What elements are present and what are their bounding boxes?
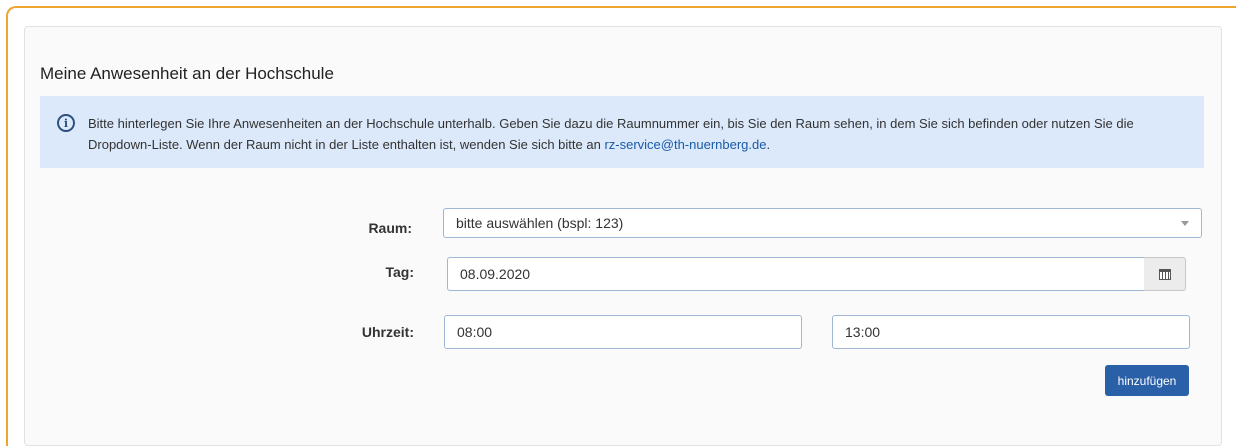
calendar-button[interactable] <box>1144 257 1186 291</box>
info-alert: i Bitte hinterlegen Sie Ihre Anwesenheit… <box>40 96 1204 168</box>
alert-text: Bitte hinterlegen Sie Ihre Anwesenheiten… <box>88 113 1188 155</box>
add-button[interactable]: hinzufügen <box>1105 365 1189 396</box>
time-to-value: 13:00 <box>845 324 881 340</box>
section-title: Meine Anwesenheit an der Hochschule <box>40 64 334 83</box>
room-select-value: bitte auswählen (bspl: 123) <box>456 215 624 231</box>
time-from-input[interactable]: 08:00 <box>444 315 802 349</box>
info-icon: i <box>57 114 75 132</box>
day-input[interactable]: 08.09.2020 <box>447 257 1145 291</box>
time-label: Uhrzeit: <box>361 324 414 340</box>
time-to-input[interactable]: 13:00 <box>832 315 1190 349</box>
calendar-icon <box>1158 268 1171 280</box>
alert-message-end: . <box>766 137 771 152</box>
day-input-value: 08.09.2020 <box>460 266 531 282</box>
room-label: Raum: <box>368 220 412 236</box>
room-select[interactable]: bitte auswählen (bspl: 123) <box>443 208 1202 238</box>
time-from-value: 08:00 <box>457 324 493 340</box>
support-email-link[interactable]: rz-service@th-nuernberg.de <box>604 137 766 152</box>
chevron-down-icon <box>1181 221 1189 226</box>
day-label: Tag: <box>385 264 414 280</box>
